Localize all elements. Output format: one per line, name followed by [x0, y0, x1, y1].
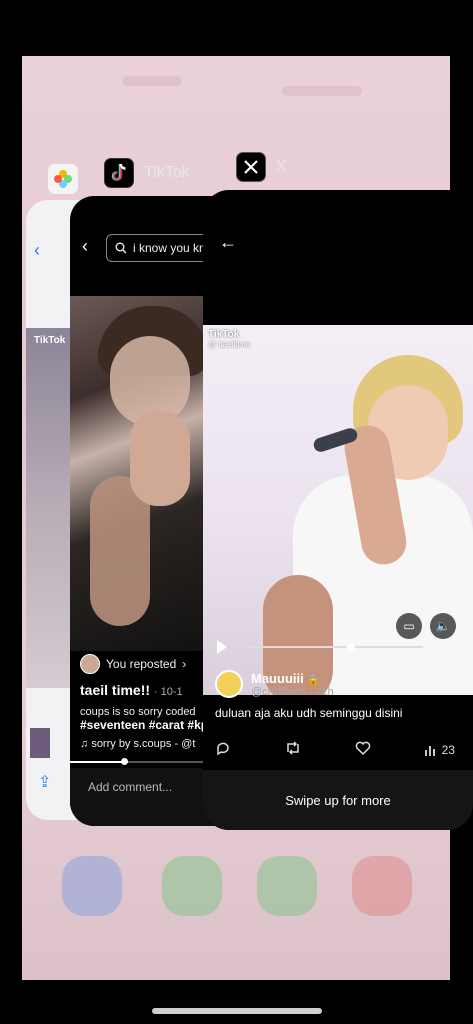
search-icon: [115, 242, 127, 254]
video-title: taeil time!!: [80, 682, 151, 698]
x-app-card[interactable]: ← TikTok @ ttaeiltime ▭ 🔈 Mauuuiii 🔒 @cr…: [203, 190, 473, 830]
view-count: 23: [441, 742, 455, 757]
swipe-up-banner[interactable]: Swipe up for more: [203, 770, 473, 830]
home-indicator[interactable]: [152, 1008, 322, 1014]
video-scrubber-handle[interactable]: [347, 643, 355, 651]
reposted-label: You reposted: [106, 657, 177, 671]
blurred-widget: [122, 76, 182, 86]
video-frame-detail: [130, 411, 190, 506]
views-button[interactable]: 23: [424, 743, 455, 757]
back-arrow-icon[interactable]: ←: [219, 232, 237, 253]
share-icon[interactable]: ⇪: [38, 772, 51, 792]
post-time: · 21h: [308, 685, 334, 698]
avatar[interactable]: [215, 670, 243, 698]
x-app-name: X: [276, 158, 287, 175]
tiktok-app-name: TikTok: [144, 164, 190, 181]
sound-name: sorry by s.coups - @t: [91, 738, 196, 750]
blurred-dock-icon: [352, 856, 412, 916]
video-controls: [203, 630, 473, 658]
chevron-right-icon: ›: [182, 657, 187, 671]
tiktok-app-label[interactable]: TikTok: [104, 158, 190, 188]
play-icon[interactable]: [217, 640, 227, 654]
photos-app-label[interactable]: [48, 164, 78, 194]
search-query: i know you kn: [133, 241, 206, 255]
music-note-icon: ♫: [80, 738, 89, 750]
author-handle: @crofillees: [251, 685, 306, 698]
blurred-widget: [282, 86, 362, 96]
video-watermark: TikTok @ ttaeiltime: [208, 329, 250, 349]
photo-thumbnail[interactable]: [30, 728, 50, 758]
post-author[interactable]: Mauuuiii 🔒 @crofillees · 21h: [215, 670, 334, 698]
blurred-dock-icon: [62, 856, 122, 916]
lock-icon: 🔒: [307, 674, 320, 686]
blurred-dock-icon: [257, 856, 317, 916]
video-date: · 10-1: [153, 686, 183, 698]
x-app-label[interactable]: X: [236, 152, 287, 182]
post-actions: 23: [215, 740, 455, 759]
photos-app-icon: [48, 164, 78, 194]
author-name: Mauuuiii: [251, 670, 304, 686]
video-watermark-brand: TikTok: [208, 329, 240, 340]
photo-preview: [26, 328, 70, 688]
video-progress-handle[interactable]: [121, 758, 129, 765]
blurred-dock-icon: [162, 856, 222, 916]
reply-icon[interactable]: [215, 740, 231, 759]
back-chevron-icon[interactable]: ‹: [82, 236, 88, 257]
views-icon: [424, 745, 435, 756]
back-chevron-icon[interactable]: ‹: [34, 240, 40, 261]
photo-watermark: TikTok: [34, 335, 66, 346]
post-text: duluan aja aku udh seminggu disini: [215, 706, 403, 720]
tiktok-logo-icon: [104, 158, 134, 188]
like-icon[interactable]: [355, 740, 371, 759]
video-watermark-handle: @ ttaeiltime: [208, 340, 251, 349]
video-scrubber[interactable]: [243, 643, 423, 651]
video-progress-fill: [70, 761, 125, 763]
x-logo-icon: [236, 152, 266, 182]
retweet-icon[interactable]: [284, 740, 302, 759]
avatar: [80, 654, 100, 674]
